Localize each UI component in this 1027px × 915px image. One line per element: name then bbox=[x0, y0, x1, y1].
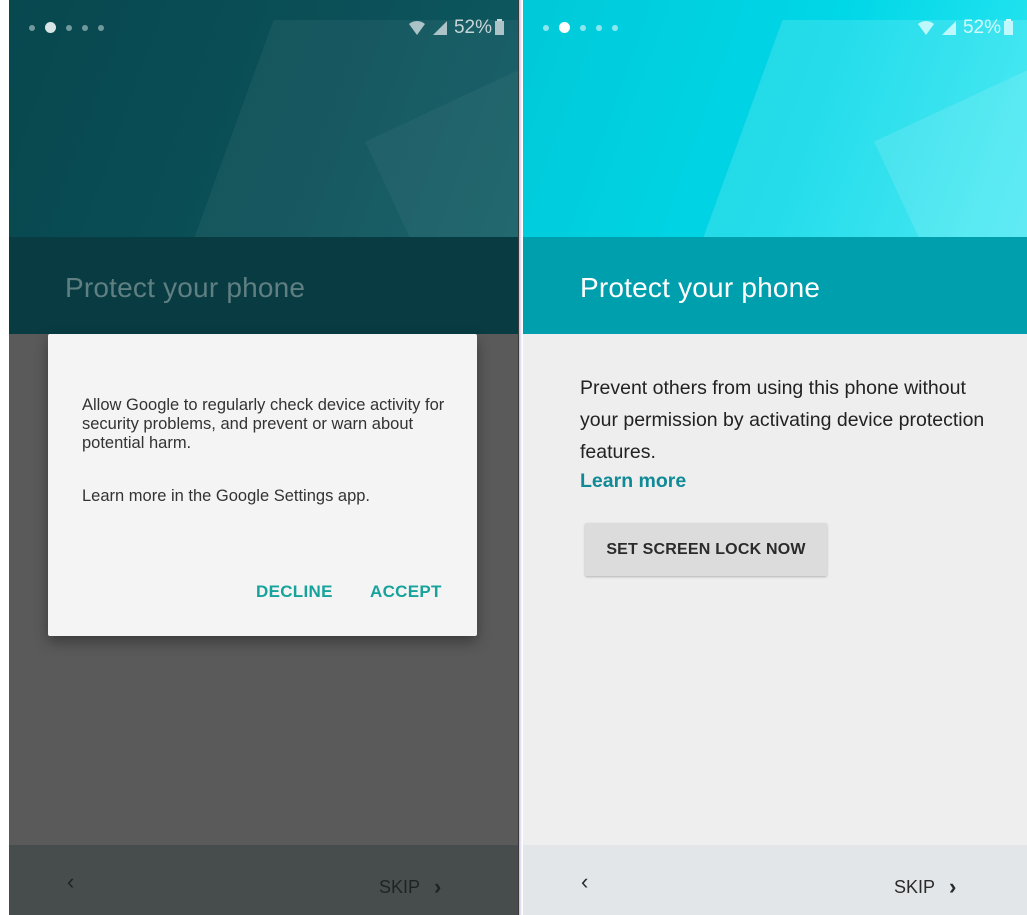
skip-label: SKIP bbox=[379, 876, 421, 897]
wifi-icon bbox=[408, 19, 432, 37]
page-dot bbox=[29, 24, 35, 31]
battery-text: 52% bbox=[962, 17, 1001, 38]
skip-button[interactable]: SKIP › bbox=[894, 874, 956, 900]
dialog-learn-more: Learn more in the Google Settings app. bbox=[82, 487, 371, 505]
chevron-right-icon: › bbox=[949, 874, 957, 899]
left-phone-screen: 52% Protect your phone Allow Google to r… bbox=[9, 0, 518, 915]
permission-dialog: Allow Google to regularly check device a… bbox=[48, 334, 477, 636]
page-dot bbox=[82, 24, 88, 31]
battery-icon bbox=[495, 19, 504, 35]
page-dot-active bbox=[559, 22, 570, 33]
page-dot bbox=[596, 24, 602, 31]
accept-button[interactable]: ACCEPT bbox=[370, 582, 442, 602]
decline-button[interactable]: DECLINE bbox=[256, 582, 333, 602]
page-indicator bbox=[29, 22, 114, 33]
learn-more-link[interactable]: Learn more bbox=[580, 470, 686, 493]
title-band: Protect your phone bbox=[9, 237, 518, 334]
back-button[interactable]: ‹ bbox=[581, 869, 588, 895]
signal-icon bbox=[941, 20, 963, 36]
page-dot bbox=[98, 24, 104, 31]
page-dot bbox=[66, 24, 72, 31]
status-icons: 52% bbox=[917, 17, 1013, 39]
status-bar: 52% bbox=[9, 0, 518, 48]
wifi-icon bbox=[917, 19, 941, 37]
status-icons: 52% bbox=[408, 17, 504, 39]
set-screen-lock-button[interactable]: SET SCREEN LOCK NOW bbox=[585, 523, 827, 576]
page-indicator bbox=[543, 22, 628, 33]
page-dot-active bbox=[45, 22, 56, 33]
signal-icon bbox=[432, 20, 454, 36]
dialog-message: Allow Google to regularly check device a… bbox=[82, 396, 445, 452]
title-band: Protect your phone bbox=[523, 237, 1027, 334]
skip-label: SKIP bbox=[894, 876, 936, 897]
bottom-nav: ‹ SKIP › bbox=[523, 845, 1027, 915]
battery-icon bbox=[1004, 19, 1013, 35]
right-phone-screen: 52% Protect your phone Prevent others fr… bbox=[523, 0, 1027, 915]
description-text: Prevent others from using this phone wit… bbox=[580, 377, 985, 463]
page-title: Protect your phone bbox=[580, 272, 821, 303]
page-dot bbox=[612, 24, 618, 31]
page-title: Protect your phone bbox=[65, 272, 306, 303]
skip-button[interactable]: SKIP › bbox=[379, 874, 441, 900]
page-dot bbox=[543, 24, 549, 31]
chevron-right-icon: › bbox=[434, 874, 442, 899]
back-button[interactable]: ‹ bbox=[67, 869, 74, 895]
bottom-nav: ‹ SKIP › bbox=[9, 845, 518, 915]
status-bar: 52% bbox=[523, 0, 1027, 48]
battery-text: 52% bbox=[453, 17, 492, 38]
page-dot bbox=[580, 24, 586, 31]
